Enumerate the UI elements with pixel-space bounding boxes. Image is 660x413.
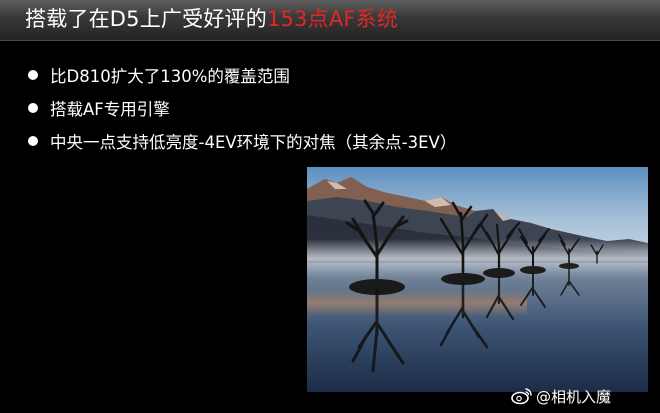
- bullet-item: 搭载AF专用引擎: [28, 91, 456, 124]
- title-band: 搭载了在D5上广受好评的153点AF系统: [0, 0, 660, 41]
- slide-title: 搭载了在D5上广受好评的153点AF系统: [25, 4, 398, 34]
- bullet-dot-icon: [28, 135, 38, 146]
- title-main: 搭载了在D5上广受好评的: [25, 7, 267, 31]
- bullet-item: 比D810扩大了130%的覆盖范围: [28, 58, 456, 91]
- weibo-icon: [511, 388, 532, 405]
- watermark-handle: @相机入魔: [536, 387, 612, 406]
- watermark: @相机入魔: [511, 383, 611, 409]
- bullet-dot-icon: [28, 69, 38, 80]
- landscape-photo: [307, 167, 648, 392]
- bullet-text: 中央一点支持低亮度-4EV环境下的对焦（其余点-3EV）: [50, 132, 457, 152]
- presentation-slide: 搭载了在D5上广受好评的153点AF系统 比D810扩大了130%的覆盖范围 搭…: [0, 0, 660, 413]
- title-highlight: 153点AF系统: [266, 7, 399, 31]
- bullet-text: 比D810扩大了130%的覆盖范围: [50, 66, 290, 86]
- bullet-item: 中央一点支持低亮度-4EV环境下的对焦（其余点-3EV）: [28, 124, 456, 157]
- bullet-list: 比D810扩大了130%的覆盖范围 搭载AF专用引擎 中央一点支持低亮度-4EV…: [28, 58, 456, 157]
- bullet-dot-icon: [28, 102, 38, 113]
- bullet-text: 搭载AF专用引擎: [50, 99, 170, 119]
